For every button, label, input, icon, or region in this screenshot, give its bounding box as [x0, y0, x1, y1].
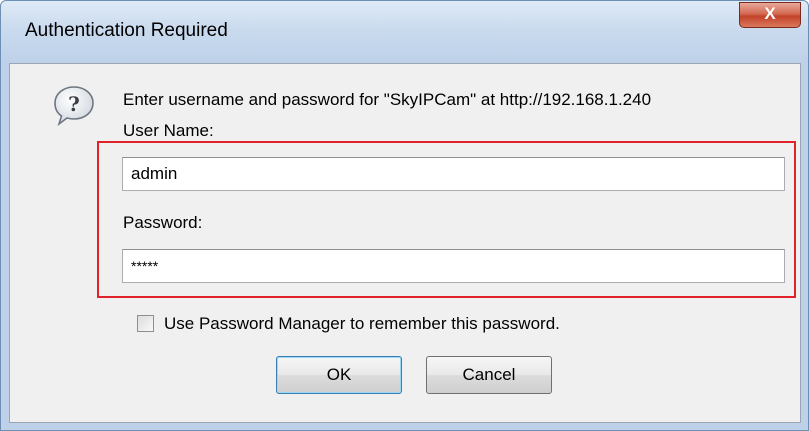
- window-title: Authentication Required: [25, 20, 228, 41]
- close-button[interactable]: X: [739, 2, 801, 28]
- title-bar[interactable]: Authentication Required X: [1, 1, 808, 63]
- close-icon: X: [764, 4, 776, 23]
- highlight-annotation-box: [97, 141, 796, 298]
- username-label: User Name:: [123, 121, 214, 140]
- remember-password-label[interactable]: Use Password Manager to remember this pa…: [164, 314, 560, 334]
- help-question-icon: ?: [54, 86, 94, 127]
- ok-button[interactable]: OK: [276, 356, 402, 394]
- dialog-body: ? Enter username and password for "SkyIP…: [9, 63, 801, 423]
- auth-prompt-text: Enter username and password for "SkyIPCa…: [123, 90, 652, 109]
- svg-text:?: ?: [68, 92, 80, 116]
- cancel-button[interactable]: Cancel: [426, 356, 552, 394]
- auth-dialog-window: Authentication Required X ? Enter userna…: [0, 0, 809, 431]
- remember-password-checkbox[interactable]: [137, 315, 154, 332]
